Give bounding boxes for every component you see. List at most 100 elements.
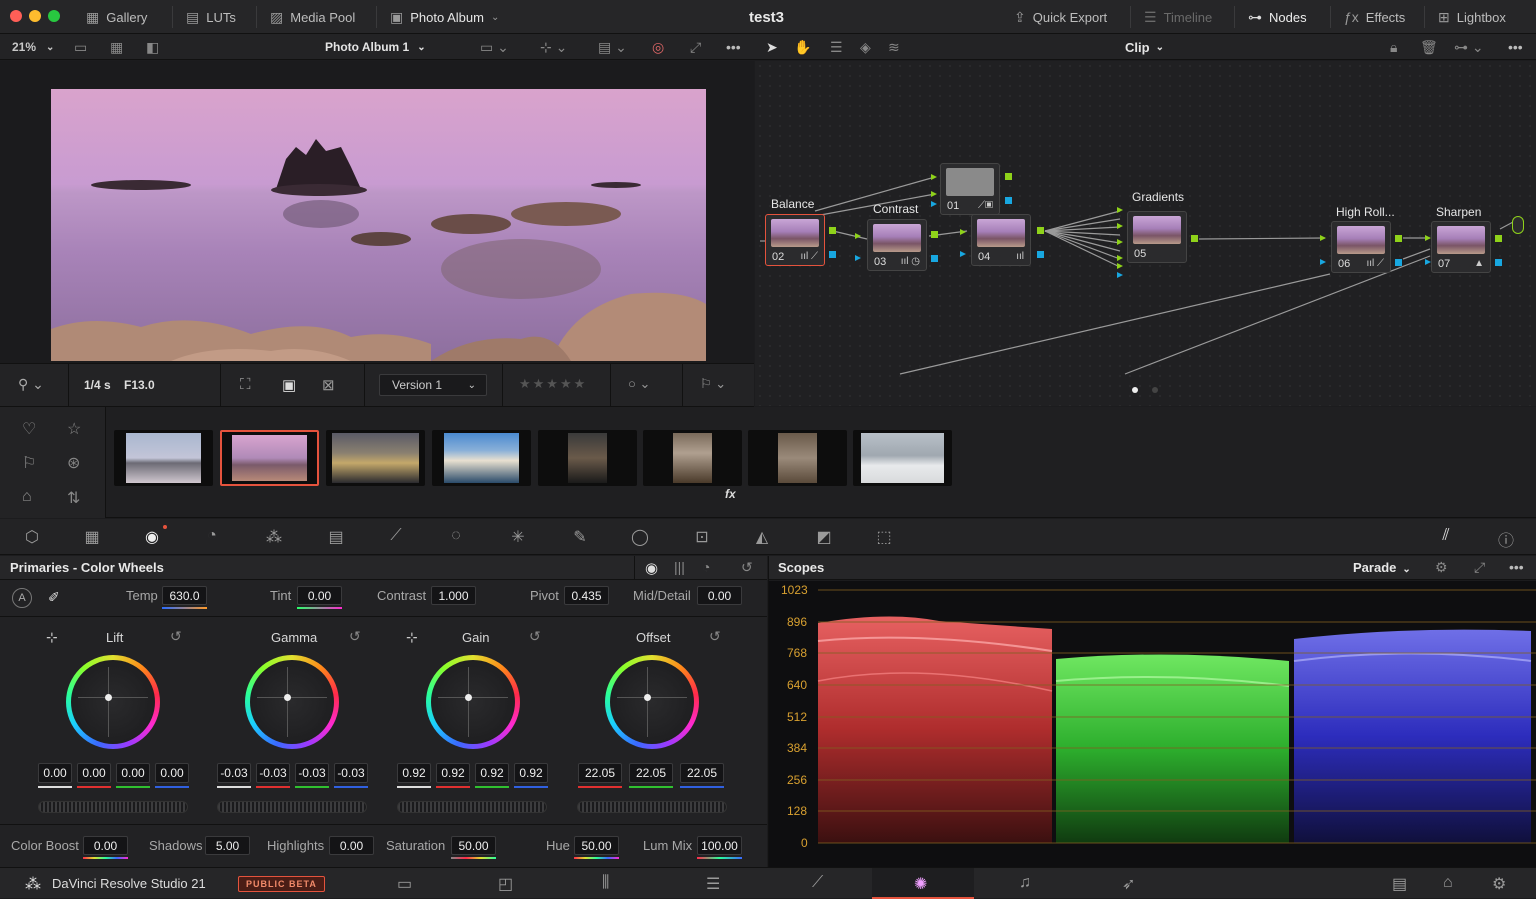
wave-icon[interactable]: ≋ (888, 34, 900, 60)
page-dot-active[interactable] (1132, 387, 1138, 393)
color-picker-icon[interactable]: ◎ (652, 34, 664, 60)
project-manager-icon[interactable]: ▤ (1392, 874, 1407, 894)
gain-color-wheel[interactable] (426, 655, 520, 749)
offset-master-wheel[interactable] (577, 801, 727, 813)
auto-balance-button[interactable]: A (12, 588, 32, 608)
curves-icon[interactable]: ⟋ (384, 527, 408, 547)
hand-tool-icon[interactable]: ✋ (794, 34, 811, 60)
gain-y[interactable]: 0.92 (397, 763, 431, 783)
lift-b[interactable]: 0.00 (155, 763, 189, 783)
lift-r[interactable]: 0.00 (77, 763, 111, 783)
node-05[interactable]: 05 (1127, 211, 1187, 263)
color-boost-field[interactable]: 0.00 (83, 836, 128, 855)
picker-icon[interactable]: ⚲ ⌄ (18, 376, 44, 393)
gallery-button[interactable]: ▦ Gallery (86, 0, 147, 34)
transform-icon[interactable]: ⊹ ⌄ (540, 34, 567, 60)
gamma-b[interactable]: -0.03 (334, 763, 368, 783)
mid-detail-field[interactable]: 0.00 (697, 586, 742, 605)
lightbox-button[interactable]: ⊞ Lightbox (1438, 0, 1506, 34)
gain-b[interactable]: 0.92 (514, 763, 548, 783)
gain-picker-icon[interactable]: ⊹ (406, 629, 418, 646)
heart-icon[interactable]: ♡ (22, 419, 36, 439)
page-dot[interactable] (1152, 387, 1158, 393)
sizing-icon[interactable]: ⬚ (872, 527, 896, 547)
lift-color-wheel[interactable] (66, 655, 160, 749)
split-view-icon[interactable]: ◧ (146, 34, 159, 60)
color-flag-select[interactable]: ○ ⌄ (628, 376, 650, 392)
album-select[interactable]: Photo Album 1 ⌄ (325, 34, 426, 60)
gallery-thumb-selected[interactable] (220, 430, 319, 486)
image-icon[interactable]: ▣ (282, 376, 296, 394)
pointer-tool-icon[interactable]: ➤ (766, 34, 778, 60)
node-06[interactable]: 06 ııl ⟋ (1331, 221, 1391, 273)
more-options-icon[interactable]: ••• (1509, 559, 1524, 575)
gallery-thumb[interactable] (432, 430, 531, 486)
lift-picker-icon[interactable]: ⊹ (46, 629, 58, 646)
zoom-select[interactable]: 21% ⌄ (12, 34, 54, 60)
home-icon[interactable]: ⌂ (1443, 874, 1453, 892)
node-graph-icon[interactable]: ⊶ ⌄ (1454, 34, 1484, 60)
gallery-thumb[interactable] (643, 430, 742, 486)
log-mode-icon[interactable]: ◔ (702, 559, 710, 575)
trash-icon[interactable]: 🗑︎ (1420, 34, 1438, 60)
scopes-icon[interactable]: ⫽ (1434, 527, 1458, 547)
offset-reset-icon[interactable]: ↺ (709, 628, 721, 645)
node-mode-select[interactable]: Clip ⌄ (1125, 34, 1164, 60)
effects-button[interactable]: ƒx Effects (1344, 0, 1405, 34)
gallery-thumb[interactable] (853, 430, 952, 486)
gamma-r[interactable]: -0.03 (256, 763, 290, 783)
single-view-icon[interactable]: ▭ (74, 34, 87, 60)
saturation-field[interactable]: 50.00 (451, 836, 496, 855)
luts-button[interactable]: ▤ LUTs (186, 0, 236, 34)
gallery-thumb[interactable] (326, 430, 425, 486)
node-07[interactable]: 07 ▲ (1431, 221, 1491, 273)
color-page-tab[interactable]: ✺ (872, 868, 974, 899)
tracker-icon[interactable]: ⊡ (690, 527, 714, 547)
offset-color-wheel[interactable] (605, 655, 699, 749)
nodes-button[interactable]: ⊶ Nodes (1248, 0, 1307, 34)
gamma-reset-icon[interactable]: ↺ (349, 628, 361, 645)
gallery-thumb[interactable] (748, 430, 847, 486)
motion-effects-icon[interactable]: ▤ (324, 527, 348, 547)
photo-album-button[interactable]: ▣ Photo Album ⌄ (390, 0, 499, 34)
cut-page-icon[interactable]: ◰ (498, 874, 513, 894)
fusion-page-icon[interactable]: ☰ (706, 874, 720, 894)
offset-r[interactable]: 22.05 (578, 763, 622, 783)
output-node[interactable] (1512, 216, 1524, 234)
more-options-icon[interactable]: ••• (726, 34, 741, 60)
white-balance-picker-icon[interactable]: ✐ (48, 589, 60, 606)
star-rating[interactable]: ★★★★★ (519, 376, 587, 392)
image-reject-icon[interactable]: ⊠ (322, 376, 335, 394)
gamma-y[interactable]: -0.03 (217, 763, 251, 783)
hdr-wheels-icon[interactable]: ◔ (200, 527, 224, 547)
media-page-icon[interactable]: ▭ (397, 874, 412, 894)
sort-icon[interactable]: ⇅ (67, 488, 80, 508)
color-wheels-icon[interactable]: ◉ (140, 527, 164, 547)
shadows-field[interactable]: 5.00 (205, 836, 250, 855)
node-03[interactable]: 03 ııl ◷ (867, 219, 927, 271)
lift-reset-icon[interactable]: ↺ (170, 628, 182, 645)
viewer-size-icon[interactable]: ▭ ⌄ (480, 34, 509, 60)
marker-select[interactable]: ⚐ ⌄ (700, 376, 726, 392)
settings-gear-icon[interactable]: ⚙︎ (1492, 874, 1506, 894)
gallery-thumb[interactable] (114, 430, 213, 486)
offset-b[interactable]: 22.05 (680, 763, 724, 783)
gain-master-wheel[interactable] (397, 801, 547, 813)
gamma-g[interactable]: -0.03 (295, 763, 329, 783)
hue-field[interactable]: 50.00 (574, 836, 619, 855)
offset-g[interactable]: 22.05 (629, 763, 673, 783)
fullscreen-icon[interactable]: ⤢ (690, 34, 701, 60)
edit-page-icon[interactable]: ⫼ (602, 874, 609, 892)
gain-reset-icon[interactable]: ↺ (529, 628, 541, 645)
bookmark-icon[interactable]: ⚐ (22, 453, 36, 473)
gain-g[interactable]: 0.92 (475, 763, 509, 783)
blur-icon[interactable]: ◭ (750, 527, 774, 547)
gamma-master-wheel[interactable] (217, 801, 367, 813)
image-viewer[interactable] (0, 61, 754, 363)
bars-mode-icon[interactable]: ||| (674, 559, 685, 575)
zoom-window-button[interactable] (48, 10, 60, 22)
highlights-field[interactable]: 0.00 (329, 836, 374, 855)
node-list-icon[interactable]: ☰ (830, 34, 843, 60)
node-02[interactable]: 02 ııl ⟋ (765, 214, 825, 266)
version-select[interactable]: Version 1 ⌄ (379, 374, 487, 396)
